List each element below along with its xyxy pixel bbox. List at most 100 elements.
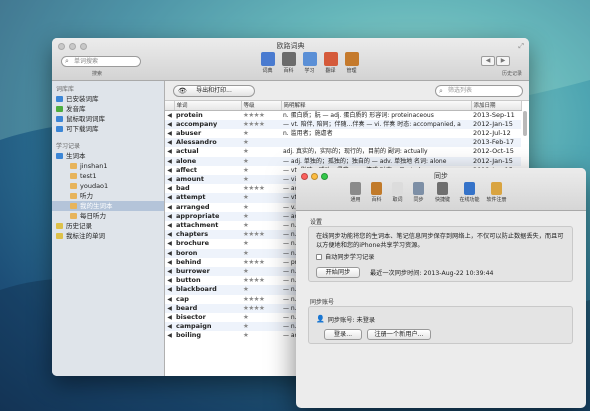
speaker-icon[interactable]: ◀ [165,119,174,129]
level-cell: ★ [243,239,249,248]
table-row[interactable]: ◀ protein ★★★★ n. 蛋白质；朊 — adj. 蛋白质的 形容词: pr… [165,110,521,120]
sidebar-item[interactable]: 生词本 [52,151,164,161]
pref-tab-globe[interactable]: 在线功能 [457,182,482,203]
toolbar-translate-button[interactable]: 翻译 [321,52,340,74]
account-status-row: 👤 同步账号: 未登录 [316,315,375,324]
pref-tab-wiki[interactable]: 百科 [367,182,386,203]
level-cell: ★★★★ [243,110,265,119]
sidebar-item-label: 鼠标取词词库 [66,115,105,123]
sidebar-item[interactable]: 每日听力 [52,211,164,221]
speaker-icon[interactable]: ◀ [165,266,174,277]
speaker-icon[interactable]: ◀ [165,295,174,304]
column-level[interactable]: 等级 [241,101,282,111]
speaker-icon[interactable]: ◀ [165,276,174,285]
level-cell: ★★★★ [243,276,265,285]
speaker-icon[interactable]: ◀ [165,322,174,332]
table-row[interactable]: ◀ accompany ★★★★ — vt. 陪伴, 陪同；伴随…伴奏 — vi. 伴… [165,119,521,129]
filter-input[interactable]: ⌕ 筛选列表 [435,85,523,97]
speaker-icon[interactable]: ◀ [165,258,174,267]
table-row[interactable]: ◀ Alessandro ★ 2013-Feb-17 [165,138,521,148]
speaker-icon[interactable]: ◀ [165,138,174,148]
speaker-icon[interactable]: ◀ [165,156,174,166]
speaker-icon[interactable]: ◀ [165,285,174,295]
speaker-icon[interactable]: ◀ [165,248,174,258]
toolbar-dictionary-button[interactable]: 词典 [258,52,277,74]
speaker-icon[interactable]: ◀ [165,193,174,203]
speaker-icon[interactable]: ◀ [165,110,174,120]
pref-tab-label: 快捷键 [434,197,450,203]
speaker-icon[interactable]: ◀ [165,147,174,156]
pref-tab-keyboard[interactable]: 快捷键 [430,182,455,203]
login-button[interactable]: 登录... [324,329,362,340]
speaker-icon[interactable]: ◀ [165,221,174,230]
word-cell: beard [174,303,241,313]
speaker-icon[interactable]: ◀ [165,203,174,212]
speaker-icon[interactable]: ◀ [165,239,174,248]
word-cell: campaign [174,322,241,332]
table-row[interactable]: ◀ alone ★ — adj. 单独的；孤独的；独自的 — adv. 单独地 名词:… [165,156,521,166]
sidebar-item[interactable]: 已安装词库 [52,94,164,104]
toolbar-study-button[interactable]: 学习 [300,52,319,74]
sidebar-item[interactable]: 发音库 [52,104,164,114]
speaker-icon[interactable]: ◀ [165,313,174,322]
column-sound[interactable] [165,101,175,111]
toolbar-manage-button[interactable]: 管理 [342,52,361,74]
sidebar-item[interactable]: 听力 [52,191,164,201]
sidebar-item-label: 已安装词库 [66,95,99,103]
sidebar-item[interactable]: test1 [52,171,164,181]
sidebar-item[interactable]: 鼠标取词词库 [52,114,164,124]
sidebar-item[interactable]: 我的生词本 [52,201,164,211]
speaker-icon[interactable]: ◀ [165,166,174,175]
speaker-icon[interactable]: ◀ [165,303,174,313]
person-icon: 👤 [316,315,325,323]
sidebar-section-study: 学习记录 [56,143,81,150]
scrollbar-thumb[interactable] [523,111,527,136]
pref-tab-mouse[interactable]: 取词 [388,182,407,203]
auto-sync-checkbox[interactable] [316,253,322,260]
level-cell: ★ [243,165,249,174]
word-cell: amount [174,174,241,185]
speaker-icon[interactable]: ◀ [165,211,174,221]
sidebar-item-label: 发音库 [66,105,86,113]
word-cell: accompany [174,119,241,129]
register-button[interactable]: 注册一个新用户... [367,329,431,340]
sidebar-item[interactable]: 我标注的单词 [52,231,164,241]
column-date[interactable]: 添加日期 [471,101,522,111]
level-cell: ★★★★ [243,257,265,266]
speaker-icon[interactable]: ◀ [165,184,174,193]
sidebar-item[interactable]: jinshan1 [52,161,164,171]
auto-sync-row[interactable]: 自动同步学习记录 [316,252,375,261]
pref-tab-sync[interactable]: 同步 [409,182,428,203]
sidebar-item[interactable]: 可下载词库 [52,124,164,134]
sidebar-item[interactable]: 历史记录 [52,221,164,231]
back-button[interactable]: ◀ [481,56,495,66]
forward-button[interactable]: ▶ [496,56,510,66]
word-cell: brochure [176,239,210,248]
toolbar-wiki-button[interactable]: 百科 [279,52,298,74]
sidebar-item[interactable]: youdao1 [52,181,164,191]
column-word[interactable]: 单词 [174,101,242,111]
speaker-icon[interactable]: ◀ [165,230,174,240]
word-cell: button [176,276,201,285]
date-cell: 2013-Sep-11 [473,110,515,119]
speaker-icon[interactable]: ◀ [165,129,174,138]
word-cell: burrower [174,266,241,277]
pref-tab-general[interactable]: 通用 [346,182,365,203]
table-row[interactable]: ◀ abuser ★ n. 滥用者；施虐者 2012-Jul-12 [165,129,521,138]
fullscreen-icon[interactable]: ⤢ [518,42,524,51]
folder-icon [56,153,63,159]
keyboard-icon [437,182,448,195]
pref-tab-lock[interactable]: 软件注册 [484,182,509,203]
folder-icon [56,233,63,239]
word-search-input[interactable]: ⌕ 单词搜索 [61,56,141,67]
speaker-icon[interactable]: ◀ [165,174,174,185]
level-cell: ★ [241,138,281,148]
auto-sync-label: 自动同步学习记录 [325,254,375,261]
start-sync-button[interactable]: 开始同步 [316,267,360,278]
table-row[interactable]: ◀ actual ★ adj. 真实的，实际的；现行的，目前的 副词: actuall… [165,147,521,156]
globe-icon [464,182,475,195]
speaker-icon[interactable]: ◀ [165,331,174,340]
column-definition[interactable]: 简明解释 [281,101,472,111]
table-header-row: 单词 等级 简明解释 添加日期 [165,101,522,111]
export-print-button[interactable]: 👁 导出和打印... [173,85,255,97]
